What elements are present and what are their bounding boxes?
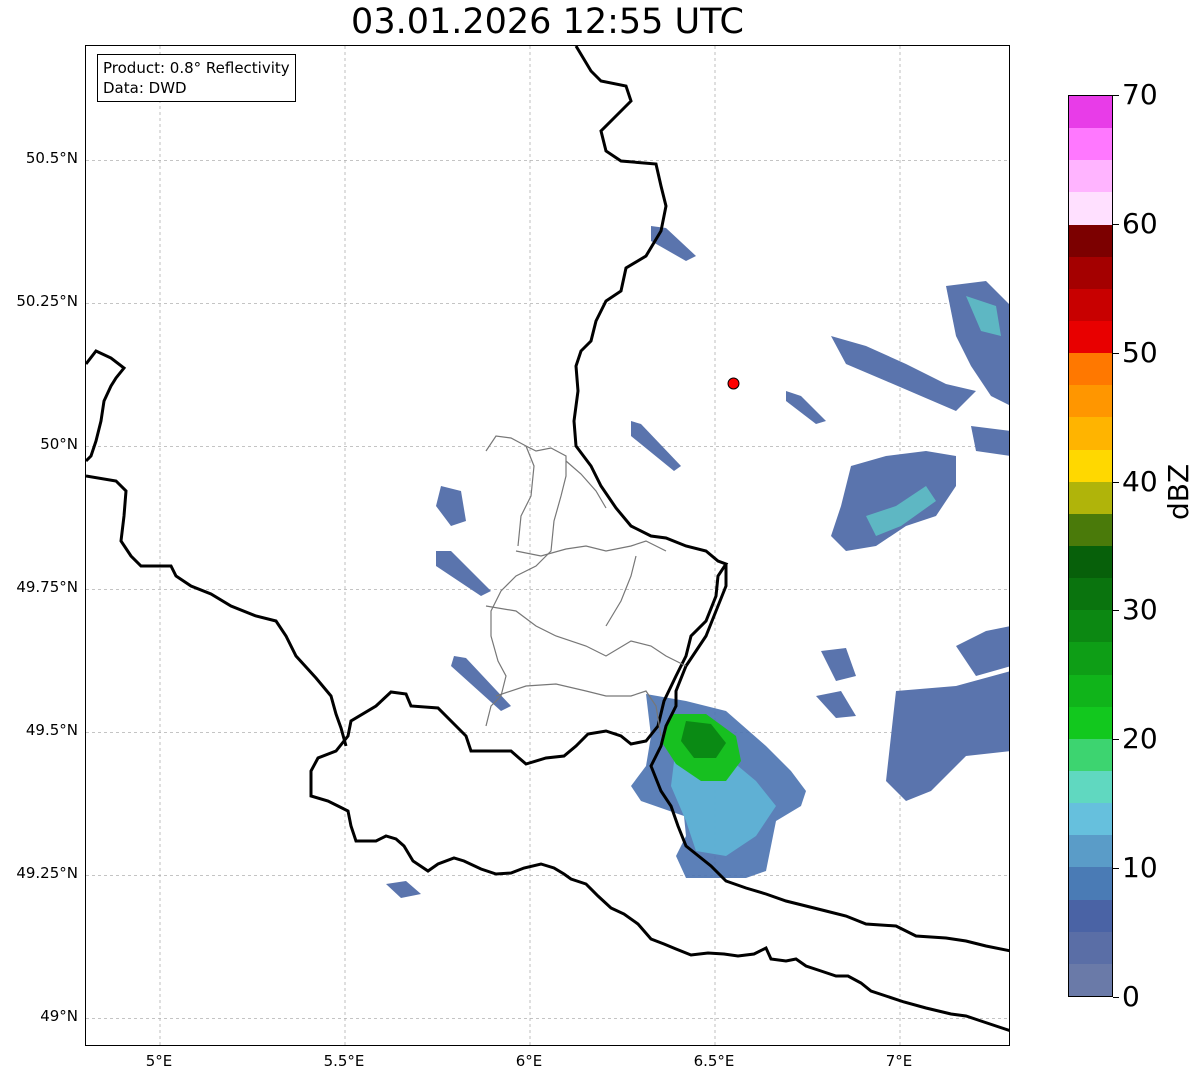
- lat-tick-label: 49°N: [40, 1007, 78, 1026]
- colorbar-tick-mark: [1113, 352, 1119, 354]
- colorbar-segment: [1069, 738, 1112, 771]
- colorbar-segment: [1069, 642, 1112, 675]
- echo-cell: [831, 451, 956, 551]
- colorbar-tick-mark: [1113, 610, 1119, 612]
- echo-cell: [971, 426, 1009, 456]
- lat-tick-label: 49.5°N: [25, 721, 78, 740]
- district-line: [517, 445, 535, 547]
- echo-cell: [956, 626, 1009, 676]
- product-label: Product: 0.8° Reflectivity: [103, 59, 290, 77]
- echo-cell: [816, 691, 856, 718]
- colorbar-tick-mark: [1113, 997, 1119, 998]
- colorbar-tick-label: 50: [1122, 335, 1158, 369]
- district-borders: [485, 435, 687, 737]
- colorbar-tick-mark: [1113, 95, 1119, 96]
- district-line: [515, 540, 667, 557]
- colorbar-segment: [1069, 513, 1112, 546]
- echo-cell: [651, 226, 696, 261]
- lat-tick-label: 49.25°N: [16, 864, 78, 883]
- echo-cell: [786, 391, 826, 424]
- colorbar-tick-label: 30: [1122, 593, 1158, 627]
- colorbar-tick-label: 60: [1122, 206, 1158, 240]
- colorbar-segment: [1069, 610, 1112, 643]
- lon-tick-label: 5°E: [145, 1052, 173, 1070]
- info-box: Product: 0.8° Reflectivity Data: DWD: [97, 54, 296, 102]
- colorbar-tick-label: 0: [1122, 980, 1140, 1013]
- colorbar-segment: [1069, 417, 1112, 450]
- colorbar-segment: [1069, 353, 1112, 386]
- echo-cell: [436, 551, 491, 596]
- colorbar-segment: [1069, 192, 1112, 225]
- colorbar-segment: [1069, 449, 1112, 482]
- colorbar-segment: [1069, 931, 1112, 964]
- colorbar-unit-label: dBZ: [1162, 463, 1195, 520]
- echo-cell: [821, 648, 856, 681]
- echo-cell: [386, 881, 421, 898]
- map-title: 03.01.2026 12:55 UTC: [351, 2, 744, 42]
- colorbar-segment: [1069, 963, 1112, 996]
- colorbar-tick-label: 70: [1122, 78, 1158, 111]
- district-line: [605, 555, 637, 627]
- precipitation-echoes: [386, 226, 1009, 898]
- colorbar-segment: [1069, 803, 1112, 836]
- colorbar-tick-mark: [1113, 868, 1119, 870]
- colorbar-segment: [1069, 899, 1112, 932]
- colorbar-segment: [1069, 288, 1112, 321]
- colorbar-segment: [1069, 96, 1112, 129]
- radar-map[interactable]: [85, 45, 1010, 1046]
- colorbar-segment: [1069, 545, 1112, 579]
- border-line: [86, 349, 127, 463]
- colorbar-segment: [1069, 320, 1112, 354]
- district-line: [495, 683, 662, 737]
- border-line: [86, 474, 348, 747]
- colorbar-tick-label: 10: [1122, 851, 1158, 885]
- lat-tick-label: 49.75°N: [16, 578, 78, 597]
- colorbar-segment: [1069, 481, 1112, 514]
- lat-tick-label: 50.5°N: [25, 149, 78, 168]
- echo-cell: [886, 671, 1009, 801]
- lat-tick-label: 50°N: [40, 435, 78, 454]
- colorbar-segment: [1069, 867, 1112, 900]
- border-line: [309, 46, 1009, 1032]
- colorbar-tick-label: 20: [1122, 722, 1158, 756]
- colorbar-segment: [1069, 160, 1112, 193]
- lon-tick-label: 7°E: [885, 1052, 913, 1070]
- colorbar-segment: [1069, 835, 1112, 868]
- echo-cell: [451, 656, 511, 711]
- radar-site-marker[interactable]: [727, 377, 740, 390]
- colorbar-segment: [1069, 224, 1112, 257]
- colorbar-segment: [1069, 385, 1112, 418]
- map-canvas: [86, 46, 1009, 1045]
- colorbar-tick-mark: [1113, 223, 1119, 225]
- colorbar-tick-label: 40: [1122, 464, 1158, 498]
- lat-tick-label: 50.25°N: [16, 292, 78, 311]
- district-line: [485, 605, 687, 667]
- district-line: [485, 435, 567, 727]
- colorbar-segment: [1069, 706, 1112, 739]
- echo-cell: [831, 336, 976, 411]
- lon-tick-label: 5.5°E: [323, 1052, 365, 1070]
- colorbar-segment: [1069, 770, 1112, 804]
- colorbar-segment: [1069, 578, 1112, 611]
- colorbar-segment: [1069, 674, 1112, 707]
- colorbar-segment: [1069, 128, 1112, 161]
- colorbar-tick-mark: [1113, 481, 1119, 483]
- echo-cell: [436, 486, 466, 526]
- data-source-label: Data: DWD: [103, 79, 187, 97]
- colorbar-tick-mark: [1113, 739, 1119, 741]
- lon-tick-label: 6.5°E: [693, 1052, 735, 1070]
- colorbar: [1068, 95, 1113, 997]
- colorbar-segment: [1069, 256, 1112, 289]
- lon-tick-label: 6°E: [515, 1052, 543, 1070]
